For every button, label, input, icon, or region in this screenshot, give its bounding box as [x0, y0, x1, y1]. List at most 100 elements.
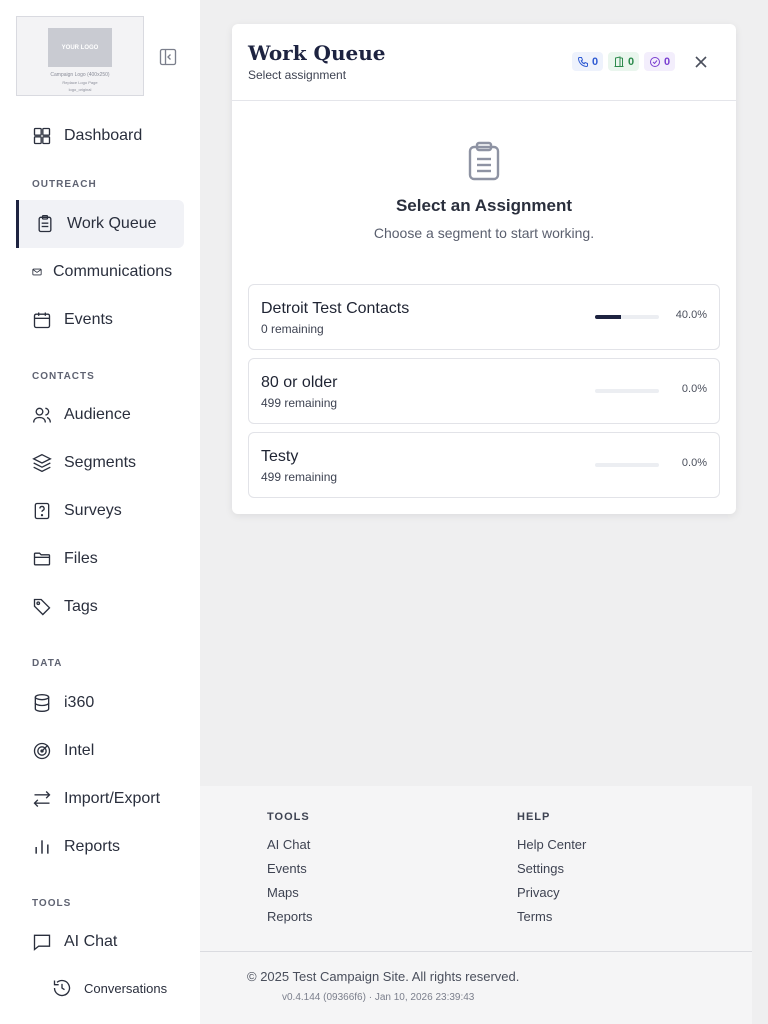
sidebar-item-segments[interactable]: Segments — [16, 439, 184, 487]
segment-remaining: 499 remaining — [261, 470, 338, 484]
folder-icon — [33, 552, 51, 566]
footer-link-maps[interactable]: Maps — [267, 885, 299, 900]
logo-caption: Campaign Logo (400x250) — [50, 72, 110, 78]
section-label-outreach: OUTREACH — [32, 179, 97, 190]
sidebar-item-conversations[interactable]: Conversations — [52, 973, 192, 1003]
sidebar-item-label: Communications — [53, 263, 173, 280]
sidebar-toggle-icon — [159, 48, 177, 66]
segment-remaining: 499 remaining — [261, 396, 338, 410]
close-button[interactable] — [693, 54, 709, 70]
segment-percent: 0.0% — [681, 457, 707, 469]
chart-icon — [35, 840, 49, 854]
segment-card[interactable]: Detroit Test Contacts 0 remaining 40.0% — [248, 284, 720, 350]
footer-link-terms[interactable]: Terms — [517, 909, 552, 924]
sidebar-item-label: AI Chat — [64, 933, 118, 950]
clipboard-list-icon — [466, 141, 502, 181]
close-icon — [695, 56, 707, 68]
campaign-logo[interactable]: YOUR LOGO Campaign Logo (400x250) Replac… — [16, 16, 144, 96]
calls-count-badge: 0 — [572, 52, 604, 71]
segment-progress-bar — [595, 463, 659, 467]
sidebar-item-ai-chat[interactable]: AI Chat — [16, 918, 184, 966]
sidebar-collapse-button[interactable] — [156, 45, 180, 69]
sidebar-item-label: Intel — [64, 742, 95, 759]
segment-card[interactable]: 80 or older 499 remaining 0.0% — [248, 358, 720, 424]
segment-name: Detroit Test Contacts — [261, 300, 410, 317]
sidebar-item-label: Segments — [64, 454, 137, 471]
chat-icon — [33, 934, 51, 951]
sidebar-item-label: Import/Export — [64, 790, 161, 807]
work-queue-panel: Work Queue Select assignment 0 0 0 Selec… — [232, 24, 736, 514]
check-circle-icon — [650, 56, 660, 67]
sidebar-item-dashboard[interactable]: Dashboard — [16, 112, 184, 160]
panel-title: Work Queue — [248, 41, 386, 65]
calls-count: 0 — [592, 55, 599, 68]
segment-card[interactable]: Testy 499 remaining 0.0% — [248, 432, 720, 498]
segment-progress-fill — [595, 315, 621, 319]
section-label-tools: TOOLS — [32, 898, 72, 909]
footer-link-ai-chat[interactable]: AI Chat — [267, 837, 310, 852]
sidebar-item-tags[interactable]: Tags — [16, 583, 184, 631]
sidebar-item-communications[interactable]: Communications — [16, 248, 184, 296]
sidebar-item-audience[interactable]: Audience — [16, 391, 184, 439]
segment-remaining: 0 remaining — [261, 322, 324, 336]
footer-link-privacy[interactable]: Privacy — [517, 885, 560, 900]
radar-icon — [33, 742, 51, 760]
section-label-contacts: CONTACTS — [32, 371, 95, 382]
phone-icon — [577, 56, 588, 67]
footer-help-heading: HELP — [517, 811, 551, 823]
version-text: v0.4.144 (09366f6) · Jan 10, 2026 23:39:… — [282, 992, 475, 1003]
calendar-icon — [33, 312, 51, 329]
footer-link-settings[interactable]: Settings — [517, 861, 564, 876]
users-icon — [33, 407, 51, 423]
segment-progress-bar — [595, 315, 659, 319]
segment-percent: 40.0% — [675, 309, 707, 321]
footer-link-help-center[interactable]: Help Center — [517, 837, 586, 852]
layers-icon — [32, 453, 52, 473]
sidebar-item-import-export[interactable]: Import/Export — [16, 775, 184, 823]
sidebar-item-intel[interactable]: Intel — [16, 727, 184, 775]
dashboard-icon — [33, 127, 51, 145]
segment-name: Testy — [261, 448, 299, 465]
sidebar-item-label: Dashboard — [64, 127, 143, 144]
sidebar-item-label: i360 — [64, 694, 95, 711]
sidebar-item-work-queue[interactable]: Work Queue — [16, 200, 184, 248]
sidebar-item-files[interactable]: Files — [16, 535, 184, 583]
sidebar-item-label: Conversations — [84, 980, 168, 996]
panel-subtitle: Select assignment — [248, 68, 347, 82]
sidebar-item-surveys[interactable]: Surveys — [16, 487, 184, 535]
sidebar-item-i360[interactable]: i360 — [16, 679, 184, 727]
logo-caption-3: logo_original — [68, 87, 92, 92]
sidebar-item-label: Tags — [64, 598, 98, 615]
segment-name: 80 or older — [261, 374, 338, 391]
sidebar: YOUR LOGO Campaign Logo (400x250) Replac… — [0, 0, 200, 1024]
empty-state-title: Select an Assignment — [395, 196, 573, 215]
sidebar-item-reports[interactable]: Reports — [16, 823, 184, 871]
footer-tools-heading: TOOLS — [267, 811, 310, 823]
sidebar-item-label: Files — [64, 550, 98, 567]
segment-progress-bar — [595, 389, 659, 393]
empty-state-subtitle: Choose a segment to start working. — [373, 225, 595, 241]
completed-count: 0 — [664, 55, 671, 68]
sidebar-item-label: Surveys — [64, 502, 122, 519]
tag-icon — [33, 598, 51, 616]
panel-header: Work Queue Select assignment 0 0 0 — [232, 24, 736, 101]
sidebar-item-label: Events — [64, 311, 113, 328]
door-icon — [614, 55, 624, 67]
logo-placeholder: YOUR LOGO — [48, 28, 112, 67]
clipboard-icon — [38, 215, 52, 233]
segment-percent: 0.0% — [681, 383, 707, 395]
footer-link-reports[interactable]: Reports — [267, 909, 313, 924]
history-icon — [53, 979, 71, 997]
copyright-text: © 2025 Test Campaign Site. All rights re… — [247, 969, 520, 984]
completed-count-badge: 0 — [644, 52, 676, 71]
page-footer: TOOLS AI Chat Events Maps Reports HELP H… — [200, 786, 752, 1024]
doors-count-badge: 0 — [608, 52, 640, 71]
sidebar-item-label: Work Queue — [67, 215, 157, 232]
sidebar-item-events[interactable]: Events — [16, 296, 184, 344]
mail-icon — [32, 268, 42, 276]
logo-caption-2: Replace Logo Page — [62, 80, 98, 85]
sidebar-item-label: Audience — [64, 406, 131, 423]
footer-link-events[interactable]: Events — [267, 861, 307, 876]
sidebar-item-label: Reports — [64, 838, 121, 855]
footer-divider — [200, 951, 752, 952]
